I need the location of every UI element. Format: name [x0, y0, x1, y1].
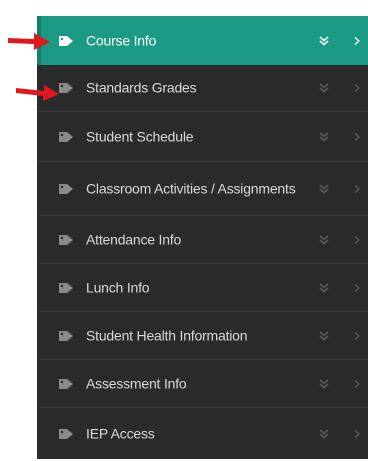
- menu-item-label: Classroom Activities / Assignments: [86, 180, 296, 196]
- chevron-down-icon[interactable]: [319, 83, 329, 93]
- chevron-down-icon[interactable]: [319, 35, 329, 46]
- chevron-down-icon[interactable]: [319, 428, 329, 439]
- menu-item-label: IEP Access: [86, 425, 155, 441]
- chevron-right-icon[interactable]: [354, 184, 360, 193]
- tag-icon: [59, 378, 75, 390]
- menu-item-label: Assessment Info: [86, 375, 187, 391]
- menu-item-attendance-info[interactable]: Attendance Info: [37, 216, 368, 264]
- menu-item-label: Lunch Info: [86, 279, 150, 295]
- chevron-right-icon[interactable]: [354, 36, 360, 45]
- chevron-right-icon[interactable]: [354, 283, 360, 292]
- sidebar-menu: Course Info Standards Grades Student Sch…: [37, 16, 368, 459]
- tag-icon: [59, 183, 75, 195]
- menu-item-label: Standards Grades: [86, 79, 197, 96]
- menu-item-standards-grades[interactable]: Standards Grades: [37, 65, 368, 112]
- tag-icon: [59, 282, 75, 294]
- tag-icon: [59, 234, 75, 246]
- chevron-down-icon[interactable]: [319, 330, 329, 341]
- menu-item-label: Course Info: [86, 32, 157, 48]
- chevron-right-icon[interactable]: [354, 379, 360, 388]
- chevron-down-icon[interactable]: [319, 183, 329, 194]
- tag-icon: [59, 35, 75, 47]
- chevron-down-icon[interactable]: [319, 131, 329, 142]
- chevron-down-icon[interactable]: [319, 378, 329, 389]
- chevron-right-icon[interactable]: [354, 429, 360, 438]
- red-arrow-icon: [14, 81, 60, 103]
- menu-item-iep-access[interactable]: IEP Access: [37, 408, 368, 459]
- tag-icon: [59, 428, 75, 440]
- menu-item-label: Attendance Info: [86, 231, 182, 247]
- tag-icon: [59, 330, 75, 342]
- tag-icon: [59, 131, 75, 143]
- red-arrow-icon: [6, 30, 52, 52]
- menu-item-label: Student Health Information: [86, 327, 248, 343]
- menu-item-assessment-info[interactable]: Assessment Info: [37, 360, 368, 408]
- chevron-down-icon[interactable]: [319, 282, 329, 293]
- menu-item-student-schedule[interactable]: Student Schedule: [37, 112, 368, 162]
- chevron-right-icon[interactable]: [354, 331, 360, 340]
- tag-icon: [59, 82, 75, 94]
- menu-item-lunch-info[interactable]: Lunch Info: [37, 264, 368, 312]
- chevron-right-icon[interactable]: [354, 132, 360, 141]
- chevron-down-icon[interactable]: [319, 234, 329, 245]
- chevron-right-icon[interactable]: [354, 83, 360, 93]
- menu-item-classroom-activities[interactable]: Classroom Activities / Assignments: [37, 162, 368, 216]
- menu-item-label: Student Schedule: [86, 128, 194, 144]
- chevron-right-icon[interactable]: [354, 235, 360, 244]
- menu-item-student-health-information[interactable]: Student Health Information: [37, 312, 368, 360]
- menu-item-course-info[interactable]: Course Info: [37, 16, 368, 65]
